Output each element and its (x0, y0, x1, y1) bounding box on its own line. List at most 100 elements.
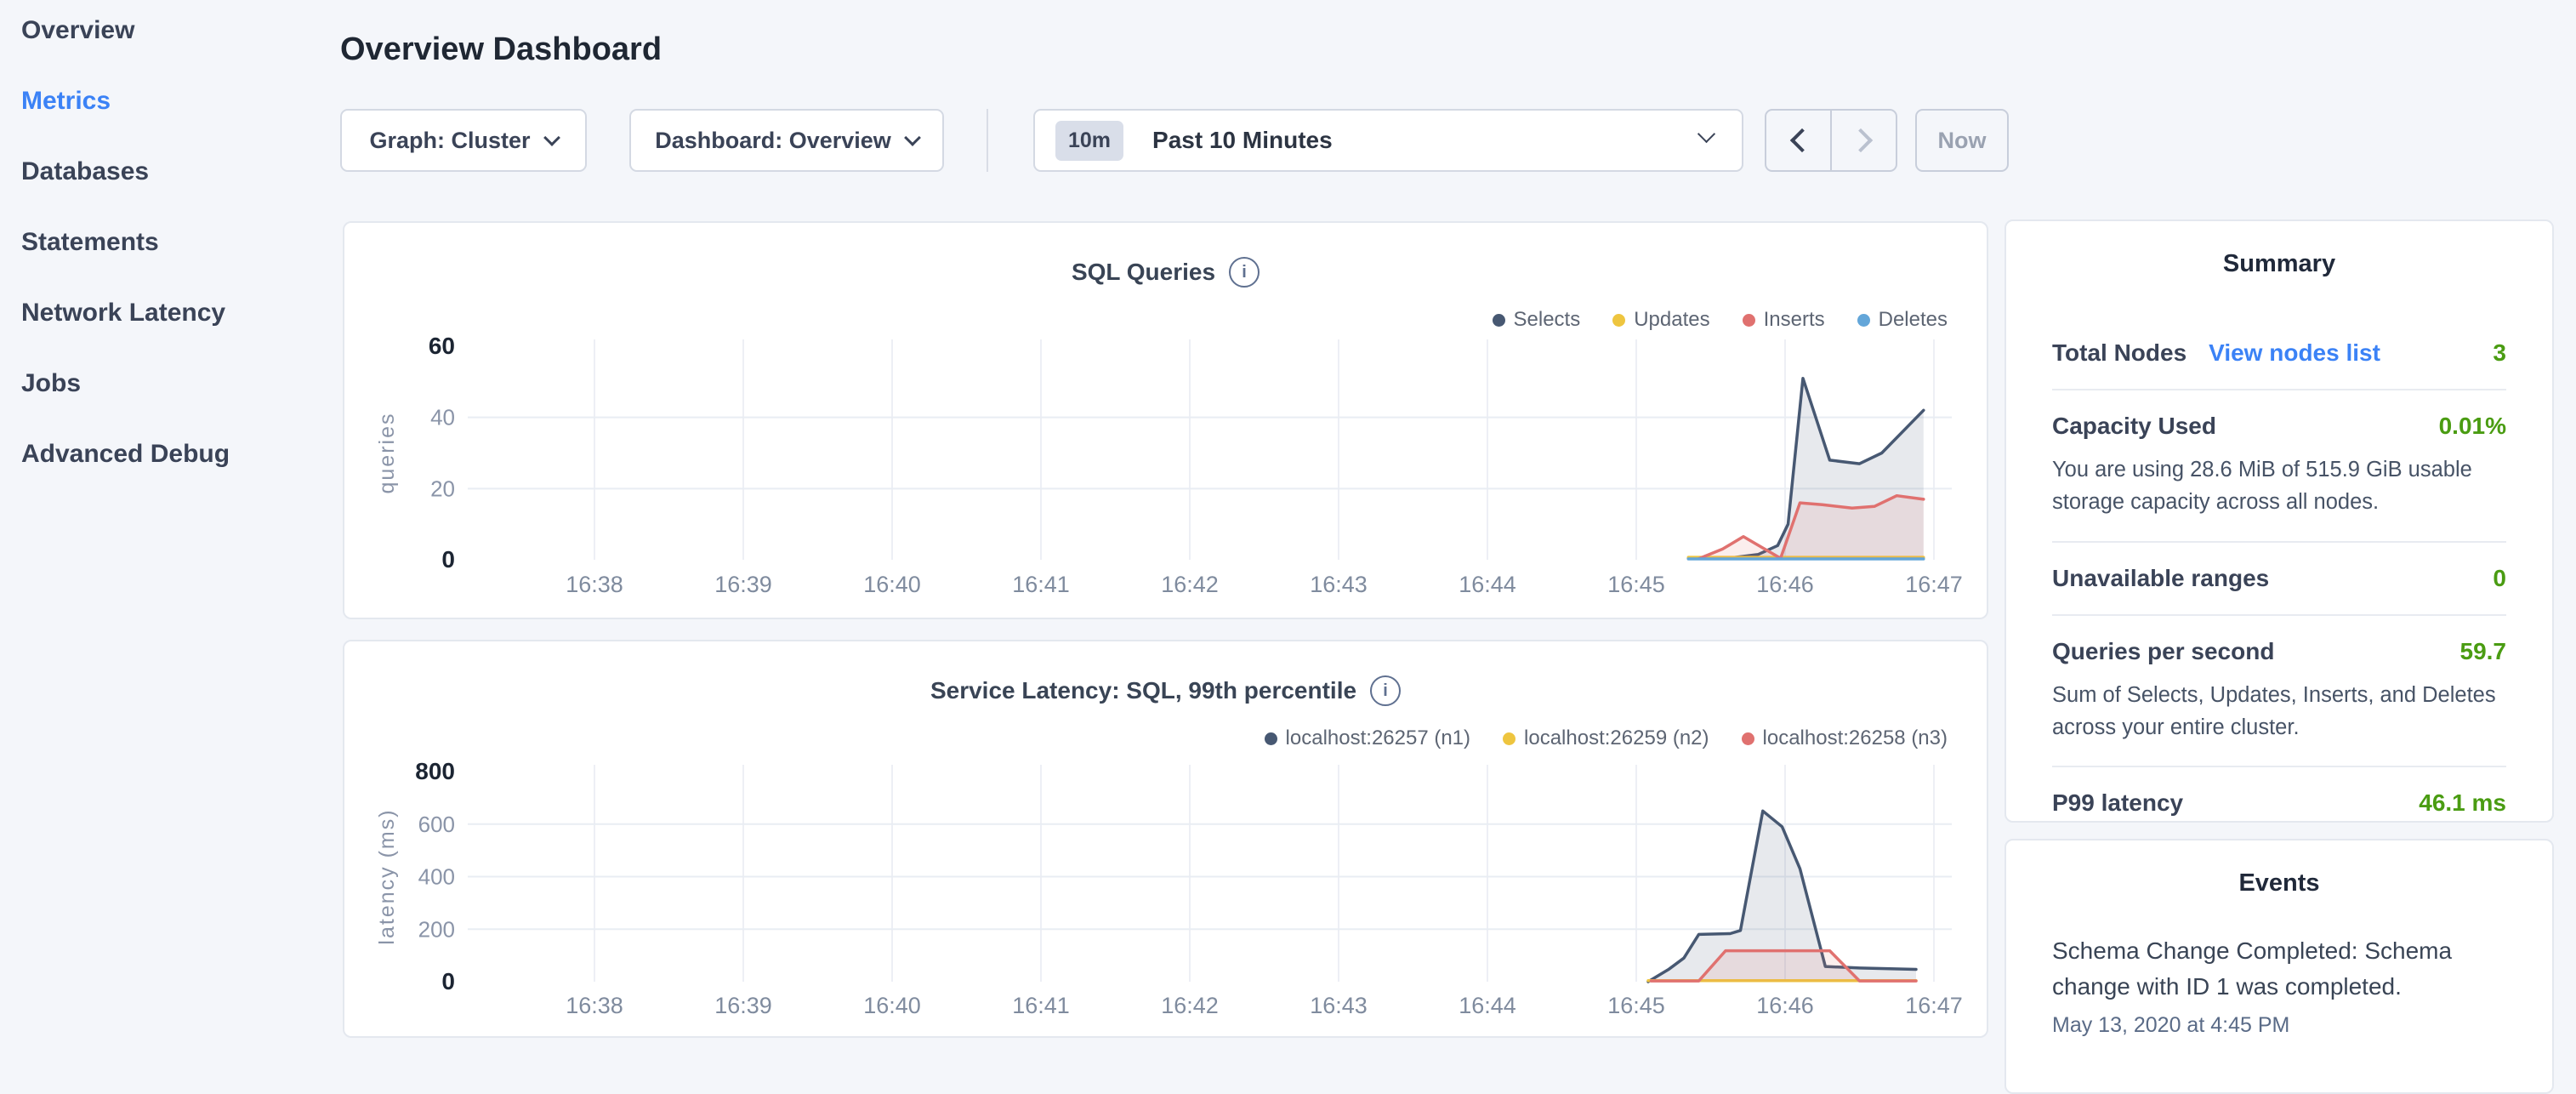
legend-dot-icon (1493, 314, 1505, 327)
gridlines (468, 339, 1952, 560)
summary-label: Total Nodes (2052, 339, 2186, 367)
svg-text:16:42: 16:42 (1161, 993, 1219, 1018)
sidebar-item-jobs[interactable]: Jobs (21, 368, 230, 399)
sidebar-item-advanced-debug[interactable]: Advanced Debug (21, 439, 230, 470)
events-panel: Events Schema Change Completed: Schema c… (2005, 839, 2554, 1094)
summary-label: P99 latency (2052, 789, 2183, 817)
legend-dot-icon (1265, 732, 1277, 745)
svg-text:0: 0 (441, 546, 455, 573)
now-button[interactable]: Now (1915, 109, 2009, 172)
summary-value: 3 (2493, 339, 2506, 367)
summary-description: Sum of Selects, Updates, Inserts, and De… (2052, 679, 2506, 744)
chart-legend: localhost:26257 (n1) localhost:26259 (n2)… (1265, 726, 1948, 750)
summary-label: Queries per second (2052, 638, 2274, 665)
event-timestamp: May 13, 2020 at 4:45 PM (2052, 1013, 2506, 1038)
y-axis-title: queries (375, 413, 399, 494)
svg-text:40: 40 (430, 405, 455, 430)
legend-item[interactable]: localhost:26259 (n2) (1503, 726, 1709, 750)
graph-selector-dropdown[interactable]: Graph: Cluster (340, 109, 587, 172)
time-range-label: Past 10 Minutes (1152, 127, 1333, 154)
svg-text:16:38: 16:38 (566, 993, 623, 1018)
sidebar-item-statements[interactable]: Statements (21, 227, 230, 258)
previous-range-button[interactable] (1766, 111, 1830, 170)
time-range-badge: 10m (1055, 121, 1123, 161)
sidebar-item-metrics[interactable]: Metrics (21, 86, 230, 117)
sidebar-item-overview[interactable]: Overview (21, 15, 230, 46)
sidebar-item-network-latency[interactable]: Network Latency (21, 298, 230, 328)
legend-item[interactable]: localhost:26258 (n3) (1742, 726, 1948, 750)
summary-row-total-nodes: Total Nodes View nodes list 3 (2052, 317, 2506, 390)
summary-row-p99-latency: P99 latency 46.1 ms (2052, 767, 2506, 839)
legend-dot-icon (1743, 314, 1755, 327)
legend-label: Deletes (1879, 308, 1948, 332)
event-message: Schema Change Completed: Schema change w… (2052, 933, 2506, 1005)
svg-text:600: 600 (418, 812, 455, 837)
info-icon[interactable]: i (1370, 675, 1401, 706)
service-latency-chart-card: 020040060080016:3816:3916:4016:4116:4216… (343, 640, 1988, 1038)
chart-title: Service Latency: SQL, 99th percentile (930, 677, 1356, 704)
legend-item[interactable]: Inserts (1743, 308, 1825, 332)
svg-text:16:42: 16:42 (1161, 572, 1219, 597)
chevron-down-icon (1697, 125, 1715, 143)
chevron-left-icon (1789, 128, 1813, 152)
svg-text:16:43: 16:43 (1310, 993, 1368, 1018)
svg-text:400: 400 (418, 864, 455, 890)
svg-text:16:40: 16:40 (863, 993, 921, 1018)
svg-text:16:46: 16:46 (1756, 572, 1814, 597)
legend-dot-icon (1612, 314, 1625, 327)
legend-item[interactable]: Selects (1493, 308, 1581, 332)
chart-legend: Selects Updates Inserts Deletes (1493, 308, 1948, 332)
view-nodes-list-link[interactable]: View nodes list (2209, 339, 2380, 367)
chevron-down-icon (543, 129, 560, 146)
svg-text:16:38: 16:38 (566, 572, 623, 597)
dashboard-selector-dropdown[interactable]: Dashboard: Overview (629, 109, 944, 172)
svg-text:800: 800 (415, 758, 455, 784)
summary-label: Unavailable ranges (2052, 565, 2269, 592)
legend-dot-icon (1742, 732, 1754, 745)
svg-text:60: 60 (429, 333, 455, 359)
series (1688, 379, 1924, 560)
sidebar-nav: Overview Metrics Databases Statements Ne… (21, 15, 230, 470)
svg-text:16:40: 16:40 (863, 572, 921, 597)
summary-row-unavailable-ranges: Unavailable ranges 0 (2052, 543, 2506, 616)
legend-label: Selects (1514, 308, 1581, 332)
series-area (1699, 496, 1924, 560)
legend-item[interactable]: localhost:26257 (n1) (1265, 726, 1470, 750)
svg-text:16:41: 16:41 (1012, 572, 1070, 597)
legend-item[interactable]: Updates (1612, 308, 1709, 332)
summary-panel: Summary Total Nodes View nodes list 3 Ca… (2005, 219, 2554, 823)
dashboard-selector-label: Dashboard: Overview (655, 128, 891, 154)
page-title: Overview Dashboard (340, 31, 662, 68)
legend-label: localhost:26259 (n2) (1524, 726, 1709, 750)
svg-text:16:44: 16:44 (1459, 572, 1516, 597)
svg-text:16:39: 16:39 (714, 993, 772, 1018)
svg-text:0: 0 (441, 968, 455, 994)
svg-text:16:46: 16:46 (1756, 993, 1814, 1018)
next-range-button[interactable] (1830, 111, 1896, 170)
chevron-down-icon (904, 129, 921, 146)
svg-text:20: 20 (430, 476, 455, 501)
summary-value: 46.1 ms (2419, 789, 2506, 817)
event-list-item[interactable]: Schema Change Completed: Schema change w… (2052, 933, 2506, 1038)
legend-item[interactable]: Deletes (1857, 308, 1948, 332)
summary-title: Summary (2052, 250, 2506, 278)
time-range-dropdown[interactable]: 10m Past 10 Minutes (1033, 109, 1743, 172)
summary-description: You are using 28.6 MiB of 515.9 GiB usab… (2052, 453, 2506, 519)
svg-text:16:39: 16:39 (714, 572, 772, 597)
sidebar-item-databases[interactable]: Databases (21, 157, 230, 187)
legend-label: localhost:26258 (n3) (1763, 726, 1948, 750)
legend-dot-icon (1503, 732, 1515, 745)
info-icon[interactable]: i (1229, 257, 1260, 288)
chevron-right-icon (1848, 128, 1872, 152)
svg-text:16:45: 16:45 (1607, 572, 1665, 597)
legend-label: Updates (1634, 308, 1709, 332)
svg-text:16:47: 16:47 (1905, 993, 1963, 1018)
svg-text:16:43: 16:43 (1310, 572, 1368, 597)
graph-selector-label: Graph: Cluster (369, 128, 530, 154)
svg-text:16:47: 16:47 (1905, 572, 1963, 597)
chart-title: SQL Queries (1072, 259, 1215, 286)
summary-row-queries-per-second: Queries per second 59.7 Sum of Selects, … (2052, 616, 2506, 768)
summary-value: 59.7 (2460, 638, 2507, 665)
events-title: Events (2052, 869, 2506, 897)
controls-divider (987, 109, 988, 172)
